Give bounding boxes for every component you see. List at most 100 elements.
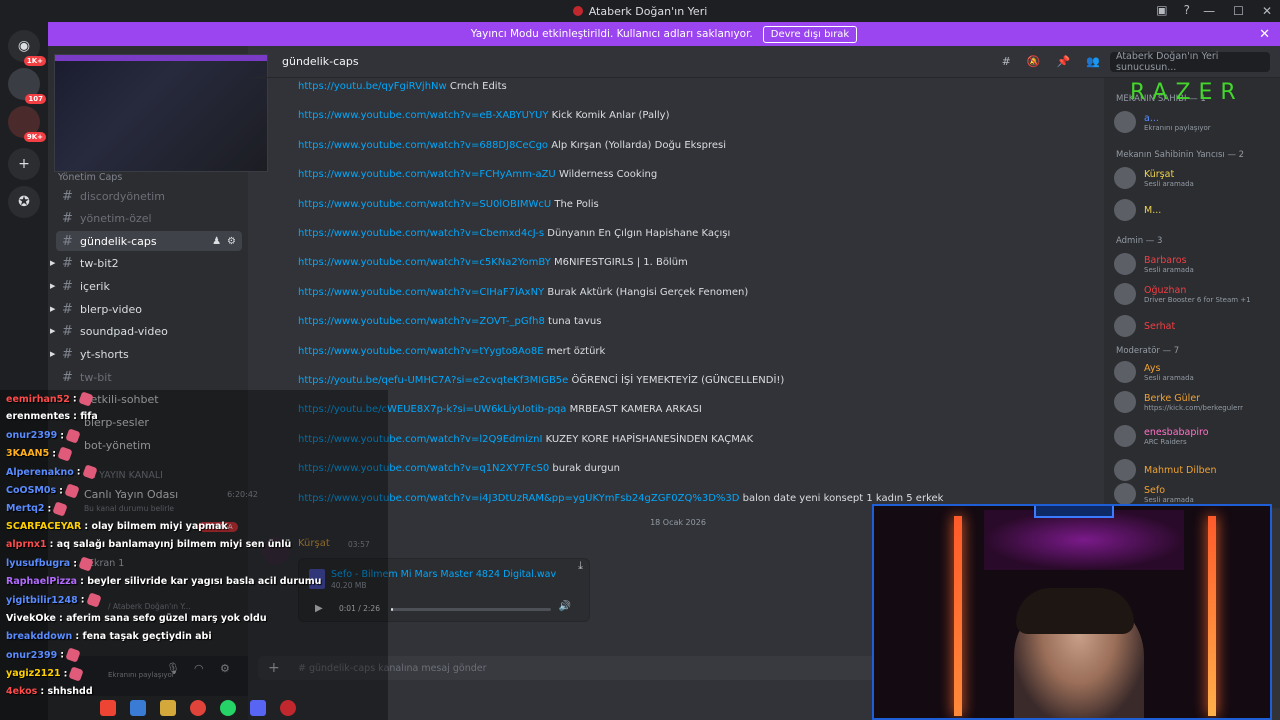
message-text: KUZEY KORE HAPİSHANESİNDEN KAÇMAK bbox=[545, 433, 754, 445]
emote-icon bbox=[78, 391, 94, 407]
minimize-button[interactable]: — bbox=[1203, 4, 1215, 18]
channel-soundpad-video[interactable]: ▶ # soundpad-video bbox=[50, 321, 242, 341]
app-icon[interactable] bbox=[100, 700, 116, 716]
member-category: Admin — 3 bbox=[1116, 236, 1163, 246]
member-list: MEKANIN SAHIBI — 1 a... Ekranını paylaşıy… bbox=[1104, 78, 1280, 508]
explore-icon[interactable]: ✪ bbox=[8, 186, 40, 218]
message-link[interactable]: https://www.youtube.com/watch?v=FCHyAmm-… bbox=[298, 169, 556, 180]
channel-discordyonetim[interactable]: # discordyönetim bbox=[56, 186, 242, 206]
hash-icon: # bbox=[62, 210, 73, 226]
direct-messages-icon[interactable]: ◉ 1K+ bbox=[8, 30, 46, 66]
invite-icon[interactable]: ♟ bbox=[212, 236, 221, 247]
message-link[interactable]: https://www.youtube.com/watch?v=688DJ8Ce… bbox=[298, 140, 548, 151]
help-icon[interactable]: ? bbox=[1184, 3, 1190, 17]
inbox-icon[interactable]: ▣ bbox=[1156, 3, 1167, 17]
member-item[interactable]: Oğuzhan Driver Booster 6 for Steam +1 bbox=[1114, 282, 1280, 306]
chat-username: onur2399 bbox=[6, 649, 58, 661]
header-toolbar: # 🔕 📌 👥 bbox=[1002, 55, 1100, 68]
emote-icon bbox=[78, 555, 94, 572]
window-controls: — ☐ ✕ bbox=[1203, 0, 1272, 22]
channel-icerik[interactable]: ▶ # içerik bbox=[50, 276, 242, 296]
unread-indicator-icon: ▶ bbox=[50, 350, 56, 358]
member-item[interactable]: Sefo Sesli aramada bbox=[1114, 482, 1280, 506]
chat-line: alprnx1: aq salağı banlamayınj bilmem mi… bbox=[6, 539, 292, 551]
member-name: Serhat bbox=[1144, 320, 1176, 332]
add-server-icon[interactable]: + bbox=[8, 148, 40, 180]
close-window-button[interactable]: ✕ bbox=[1262, 4, 1272, 18]
message-link[interactable]: https://www.youtube.com/watch?v=tYygto8A… bbox=[298, 346, 544, 357]
member-item[interactable]: Berke Güler https://kick.com/berkegulerr bbox=[1114, 390, 1280, 414]
member-name: Barbaros bbox=[1144, 254, 1187, 266]
member-list-icon[interactable]: 👥 bbox=[1086, 55, 1100, 68]
member-owner[interactable]: a... Ekranını paylaşıyor bbox=[1114, 110, 1280, 134]
member-item[interactable]: Barbaros Sesli aramada bbox=[1114, 252, 1280, 276]
message-text: Burak Aktürk (Hangisi Gerçek Fenomen) bbox=[547, 286, 749, 298]
chat-line: yagiz2121: bbox=[6, 665, 85, 682]
emote-icon bbox=[85, 592, 102, 608]
member-status: Sesli aramada bbox=[1144, 265, 1194, 274]
folder-icon[interactable] bbox=[160, 700, 176, 716]
banner-text: Yayıncı Modu etkinleştirildi. Kullanıcı … bbox=[470, 28, 753, 40]
avatar bbox=[1114, 283, 1136, 305]
disable-streamer-mode-button[interactable]: Devre dışı bırak bbox=[762, 25, 858, 43]
chat-line: onur2399: bbox=[6, 427, 82, 444]
member-item[interactable]: Ays Sesli aramada bbox=[1114, 360, 1280, 384]
avatar bbox=[1114, 391, 1136, 413]
member-item[interactable]: M... bbox=[1114, 198, 1280, 222]
member-category-yanci: Mekanın Sahibinin Yancısı — 2 bbox=[1116, 150, 1245, 160]
download-icon[interactable]: ⤓ bbox=[578, 559, 583, 573]
emote-icon bbox=[81, 464, 98, 480]
volume-icon[interactable]: 🔊 bbox=[559, 601, 571, 612]
member-name: enesbabapiro bbox=[1144, 426, 1209, 438]
message-link[interactable]: https://www.youtube.com/watch?v=eB-XABYU… bbox=[298, 110, 548, 121]
avatar bbox=[1114, 483, 1136, 505]
member-item[interactable]: Mahmut Dilben bbox=[1114, 458, 1280, 482]
member-name: Sefo bbox=[1144, 484, 1166, 496]
message-line: https://www.youtube.com/watch?v=Cbemxd4c… bbox=[298, 228, 730, 239]
emote-icon bbox=[68, 665, 85, 682]
server-icon-2[interactable]: 9K+ bbox=[8, 106, 46, 142]
member-name: M... bbox=[1144, 204, 1162, 216]
channel-blerp-video[interactable]: ▶ # blerp-video bbox=[50, 299, 242, 319]
member-item[interactable]: enesbabapiro ARC Raiders bbox=[1114, 424, 1280, 448]
whatsapp-icon[interactable] bbox=[220, 700, 236, 716]
message-link[interactable]: https://youtu.be/qefu-UMHC7A?si=e2cvqteK… bbox=[298, 375, 568, 386]
message-link[interactable]: https://www.youtube.com/watch?v=CIHaF7iA… bbox=[298, 287, 544, 298]
message-text: Wilderness Cooking bbox=[558, 169, 658, 181]
unread-indicator-icon: ▶ bbox=[50, 327, 56, 335]
discord-icon[interactable] bbox=[250, 700, 266, 716]
chrome-icon[interactable] bbox=[190, 700, 206, 716]
pinned-icon[interactable]: 📌 bbox=[1057, 55, 1071, 68]
server-icon[interactable]: 107 bbox=[8, 68, 46, 104]
banner-close-icon[interactable]: ✕ bbox=[1259, 27, 1270, 42]
channel-header-title: gündelik-caps bbox=[282, 55, 359, 68]
channel-yt-shorts[interactable]: ▶ # yt-shorts bbox=[50, 344, 242, 364]
channel-tw-bit2[interactable]: ▶ # tw-bit2 bbox=[50, 253, 242, 273]
app-icon[interactable] bbox=[130, 700, 146, 716]
playback-progress[interactable] bbox=[391, 608, 551, 611]
channel-yonetim-ozel[interactable]: # yönetim-özel bbox=[56, 208, 242, 228]
message-link[interactable]: https://www.youtube.com/watch?v=Cbemxd4c… bbox=[298, 228, 544, 239]
message-link[interactable]: https://www.youtube.com/watch?v=SU0lOBIM… bbox=[298, 199, 551, 210]
chat-message: fena taşak geçtiydin abi bbox=[82, 630, 212, 642]
member-item[interactable]: Kürşat Sesli aramada bbox=[1114, 166, 1280, 190]
search-input[interactable]: Ataberk Doğan'ın Yeri sunucusun... bbox=[1110, 51, 1270, 73]
threads-icon[interactable]: # bbox=[1002, 55, 1011, 68]
member-name: Berke Güler bbox=[1144, 392, 1201, 404]
notifications-icon[interactable]: 🔕 bbox=[1027, 55, 1041, 68]
category-yonetim[interactable]: Yönetim Caps bbox=[58, 172, 122, 183]
settings-gear-icon[interactable]: ⚙ bbox=[227, 236, 236, 247]
member-item[interactable]: Serhat bbox=[1114, 314, 1280, 338]
maximize-button[interactable]: ☐ bbox=[1233, 4, 1244, 18]
app-icon[interactable] bbox=[280, 700, 296, 716]
chat-message: aferim sana sefo güzel marş yok oldu bbox=[66, 612, 267, 624]
chat-username: CoOSM0s bbox=[6, 485, 57, 496]
chat-username: erenmentes bbox=[6, 411, 71, 423]
channel-tw-bit[interactable]: # tw-bit bbox=[56, 367, 242, 387]
message-link[interactable]: https://youtu.be/qyFgiRVjhNw bbox=[298, 81, 447, 92]
stream-preview-thumbnail[interactable] bbox=[54, 54, 268, 172]
member-name: Oğuzhan bbox=[1144, 284, 1187, 296]
message-link[interactable]: https://www.youtube.com/watch?v=c5KNa2Yo… bbox=[298, 257, 551, 268]
channel-gundelik-caps[interactable]: # gündelik-caps ♟ ⚙ bbox=[56, 231, 242, 251]
message-link[interactable]: https://www.youtube.com/watch?v=ZOVT-_pG… bbox=[298, 316, 545, 327]
